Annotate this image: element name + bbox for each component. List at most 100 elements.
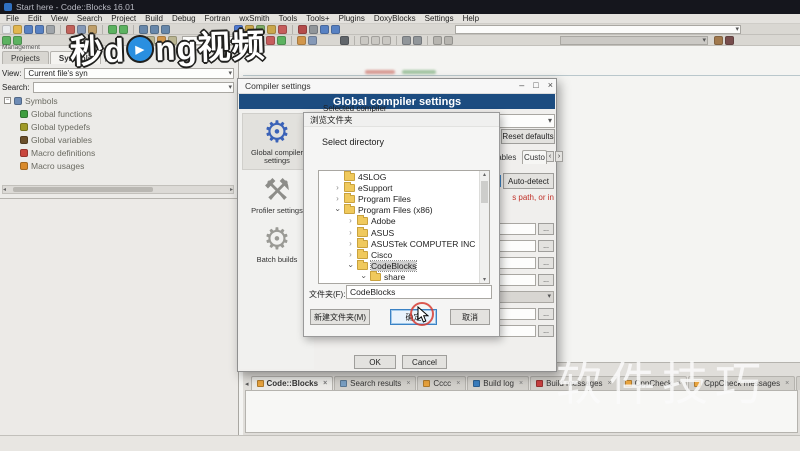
record-icon[interactable] — [360, 36, 369, 45]
close-tab-icon[interactable]: × — [456, 380, 460, 387]
directory-row-esupport[interactable]: › eSupport — [319, 181, 489, 193]
step-over-icon[interactable] — [320, 25, 329, 34]
log-tab-cccc[interactable]: Cccc × — [417, 376, 467, 390]
menu-tools[interactable]: Tools — [279, 14, 298, 23]
close-tab-icon[interactable]: × — [323, 380, 327, 387]
directory-row-program-files[interactable]: › Program Files — [319, 192, 489, 204]
new-folder-button[interactable]: 新建文件夹(M) — [310, 309, 370, 325]
incremental-search-forward-icon[interactable] — [277, 36, 286, 45]
browse-path-button[interactable]: ... — [538, 223, 554, 235]
log-tab-code-blocks[interactable]: Code::Blocks × — [250, 376, 334, 390]
settings-nav-batch-builds[interactable]: ⚙ Batch builds — [242, 221, 312, 268]
dialog-titlebar[interactable]: Compiler settings — [238, 79, 556, 94]
menu-settings[interactable]: Settings — [425, 14, 454, 23]
open-file-icon[interactable] — [13, 25, 22, 34]
browse-path-button[interactable]: ... — [538, 274, 554, 286]
log-tab-cscope[interactable]: Cscope× — [796, 376, 800, 390]
tree-horizontal-scrollbar[interactable]: ◂ ▸ — [2, 185, 234, 194]
menu-search[interactable]: Search — [77, 14, 102, 23]
settings-nav-global-compiler-settings[interactable]: ⚙ Global compiler settings — [242, 113, 312, 170]
browse-path-button[interactable]: ... — [538, 240, 554, 252]
reset-defaults-button[interactable]: Reset defaults — [501, 129, 555, 144]
scrollbar-thumb[interactable] — [481, 181, 488, 203]
chevron-collapsed-icon[interactable]: › — [334, 194, 341, 203]
new-file-icon[interactable] — [2, 25, 11, 34]
rebuild-icon[interactable] — [267, 25, 276, 34]
settings-nav-profiler-settings[interactable]: ⚒ Profiler settings — [242, 172, 312, 219]
directory-row-cisco[interactable]: › Cisco — [319, 248, 489, 260]
dialog-titlebar[interactable]: 浏览文件夹 — [304, 113, 499, 127]
tab-custom-variables[interactable]: Custo — [522, 150, 547, 164]
directory-row-4slog[interactable]: 4SLOG — [319, 171, 489, 182]
log-tab-search-results[interactable]: Search results × — [334, 376, 417, 390]
folder-name-input[interactable] — [346, 285, 492, 299]
chevron-expanded-icon[interactable]: › — [334, 207, 343, 214]
symbol-search-combo[interactable]: ▾ — [32, 82, 234, 93]
close-tab-icon[interactable]: × — [519, 380, 523, 387]
scroll-left-icon[interactable]: ◂ — [3, 186, 6, 193]
run-to-cursor-icon[interactable] — [309, 25, 318, 34]
symbols-tree-item[interactable]: Global functions — [4, 107, 232, 120]
symbols-tree-item[interactable]: Global typedefs — [4, 120, 232, 133]
print-icon[interactable] — [46, 25, 55, 34]
menu-file[interactable]: File — [6, 14, 19, 23]
symbols-tree-item[interactable]: Macro definitions — [4, 146, 232, 159]
save-icon[interactable] — [24, 25, 33, 34]
tab-scroll-left-icon[interactable]: ‹ — [546, 151, 554, 162]
tree-vertical-scrollbar[interactable]: ▴ ▾ — [479, 171, 489, 283]
symbols-tree-item[interactable]: Global variables — [4, 133, 232, 146]
chevron-expanded-icon[interactable]: › — [360, 274, 369, 281]
goto-declaration-icon[interactable] — [714, 36, 723, 45]
directory-row-program-files-x86[interactable]: › Program Files (x86) — [319, 204, 489, 216]
maximize-icon[interactable]: □ — [533, 80, 538, 90]
chevron-expanded-icon[interactable]: › — [347, 263, 356, 270]
tree-expander-icon[interactable]: − — [4, 97, 11, 104]
whitespace-icon[interactable] — [433, 36, 442, 45]
browse-path-button[interactable]: ... — [538, 257, 554, 269]
chevron-collapsed-icon[interactable]: › — [347, 250, 354, 259]
highlight-icon[interactable] — [297, 36, 306, 45]
close-tab-icon[interactable]: × — [785, 380, 789, 387]
debug-icon[interactable] — [298, 25, 307, 34]
menu-edit[interactable]: Edit — [28, 14, 42, 23]
directory-row-adobe[interactable]: › Adobe — [319, 215, 489, 227]
symbols-tree-item[interactable]: Macro usages — [4, 159, 232, 172]
close-tab-icon[interactable]: × — [406, 380, 410, 387]
chevron-collapsed-icon[interactable]: › — [347, 217, 354, 225]
stop-icon[interactable] — [340, 36, 349, 45]
sidebar-tab-projects[interactable]: Projects — [2, 51, 49, 64]
window-icon[interactable] — [382, 36, 391, 45]
menu-tools[interactable]: Tools+ — [306, 14, 329, 23]
menu-plugins[interactable]: Plugins — [339, 14, 365, 23]
cancel-button[interactable]: Cancel — [402, 355, 447, 369]
scrollbar-thumb[interactable] — [13, 187, 153, 192]
abort-build-icon[interactable] — [278, 25, 287, 34]
directory-row-share[interactable]: › share — [319, 271, 489, 283]
step-into-icon[interactable] — [331, 25, 340, 34]
menu-help[interactable]: Help — [463, 14, 479, 23]
zoom-in-icon[interactable] — [402, 36, 411, 45]
browse-path-button[interactable]: ... — [538, 325, 554, 337]
incremental-search-back-icon[interactable] — [266, 36, 275, 45]
chevron-collapsed-icon[interactable]: › — [347, 228, 354, 237]
directory-row-asus[interactable]: › ASUS — [319, 226, 489, 238]
zoom-out-icon[interactable] — [413, 36, 422, 45]
tab-scroll-left-icon[interactable]: ◂ — [245, 380, 249, 390]
build-target-combo[interactable]: ▾ — [455, 25, 741, 34]
browse-path-button[interactable]: ... — [538, 308, 554, 320]
minimize-icon[interactable]: – — [519, 80, 524, 90]
code-completion-combo[interactable]: ▾ — [560, 36, 708, 45]
save-all-icon[interactable] — [35, 25, 44, 34]
pause-icon[interactable] — [371, 36, 380, 45]
directory-row-asustek-computer-inc[interactable]: › ASUSTek COMPUTER INC — [319, 237, 489, 249]
menu-project[interactable]: Project — [111, 14, 136, 23]
goto-implementation-icon[interactable] — [725, 36, 734, 45]
scroll-down-icon[interactable]: ▾ — [480, 276, 489, 283]
format-code-icon[interactable] — [444, 36, 453, 45]
tab-scroll-right-icon[interactable]: › — [555, 151, 563, 162]
selected-text-icon[interactable] — [308, 36, 317, 45]
chevron-collapsed-icon[interactable]: › — [347, 239, 354, 248]
menu-view[interactable]: View — [51, 14, 68, 23]
close-icon[interactable]: × — [548, 80, 553, 90]
cancel-button[interactable]: 取消 — [450, 309, 490, 325]
